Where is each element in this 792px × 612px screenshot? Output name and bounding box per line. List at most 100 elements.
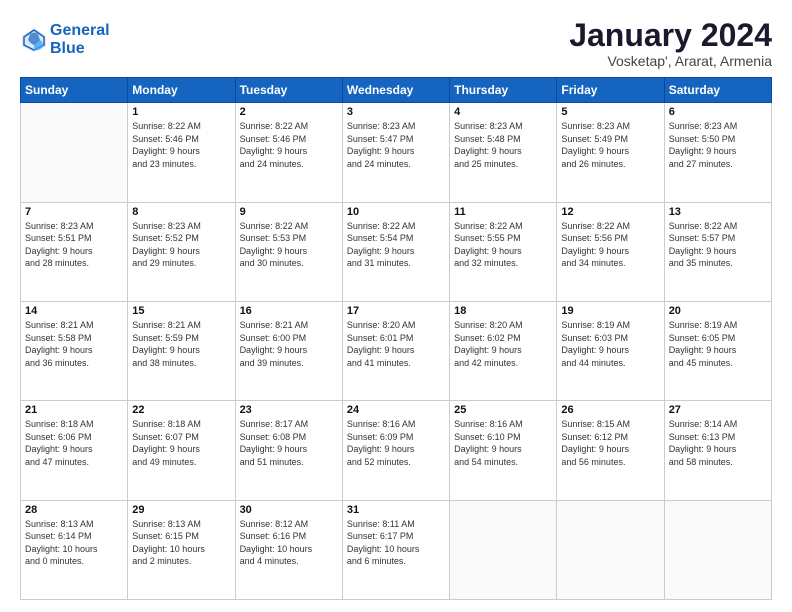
calendar-cell: 25Sunrise: 8:16 AMSunset: 6:10 PMDayligh… [450, 401, 557, 500]
day-info: Sunrise: 8:22 AMSunset: 5:54 PMDaylight:… [347, 220, 445, 270]
calendar-cell: 21 Sunrise: 8:18 AMSunset: 6:06 PMDayligh… [21, 401, 128, 500]
title-block: January 2024 Vosketap', Ararat, Armenia [569, 18, 772, 69]
day-number: 7 [25, 206, 123, 218]
day-number: 18 [454, 305, 552, 317]
calendar-cell: 13Sunrise: 8:22 AMSunset: 5:57 PMDayligh… [664, 202, 771, 301]
calendar-cell: 18 Sunrise: 8:20 AMSunset: 6:02 PMDayligh… [450, 301, 557, 400]
day-number: 23 [240, 404, 338, 416]
day-number: 1 [132, 106, 230, 118]
day-number: 11 [454, 206, 552, 218]
day-number: 13 [669, 206, 767, 218]
day-number: 2 [240, 106, 338, 118]
day-number: 24 [347, 404, 445, 416]
calendar-cell: 10 Sunrise: 8:22 AMSunset: 5:54 PMDayligh… [342, 202, 449, 301]
day-number: 28 [25, 504, 123, 516]
calendar-cell [450, 500, 557, 599]
calendar-cell: 31Sunrise: 8:11 AMSunset: 6:17 PMDayligh… [342, 500, 449, 599]
calendar-cell [21, 103, 128, 202]
calendar-cell: 27 Sunrise: 8:14 AMSunset: 6:13 PMDayligh… [664, 401, 771, 500]
day-info: Sunrise: 8:15 AMSunset: 6:12 PMDaylight:… [561, 418, 659, 468]
day-info: Sunrise: 8:22 AMSunset: 5:46 PMDaylight:… [240, 120, 338, 170]
day-number: 10 [347, 206, 445, 218]
calendar-header: SundayMondayTuesdayWednesdayThursdayFrid… [21, 78, 772, 103]
calendar-cell: 4Sunrise: 8:23 AMSunset: 5:48 PMDaylight… [450, 103, 557, 202]
day-info: Sunrise: 8:22 AMSunset: 5:53 PMDaylight:… [240, 220, 338, 270]
calendar-week-0: 1 Sunrise: 8:22 AMSunset: 5:46 PMDaylight… [21, 103, 772, 202]
weekday-header-friday: Friday [557, 78, 664, 103]
calendar-cell: 6Sunrise: 8:23 AMSunset: 5:50 PMDaylight… [664, 103, 771, 202]
day-info: Sunrise: 8:23 AMSunset: 5:47 PMDaylight:… [347, 120, 445, 170]
calendar-cell: 22Sunrise: 8:18 AMSunset: 6:07 PMDayligh… [128, 401, 235, 500]
calendar-week-3: 21 Sunrise: 8:18 AMSunset: 6:06 PMDayligh… [21, 401, 772, 500]
day-info: Sunrise: 8:23 AMSunset: 5:49 PMDaylight:… [561, 120, 659, 170]
day-info: Sunrise: 8:21 AMSunset: 5:59 PMDaylight:… [132, 319, 230, 369]
day-info: Sunrise: 8:18 AMSunset: 6:07 PMDaylight:… [132, 418, 230, 468]
calendar-cell: 24Sunrise: 8:16 AMSunset: 6:09 PMDayligh… [342, 401, 449, 500]
calendar-cell: 23 Sunrise: 8:17 AMSunset: 6:08 PMDayligh… [235, 401, 342, 500]
calendar-cell: 8 Sunrise: 8:23 AMSunset: 5:52 PMDaylight… [128, 202, 235, 301]
day-info: Sunrise: 8:13 AMSunset: 6:14 PMDaylight:… [25, 518, 123, 568]
calendar-table: SundayMondayTuesdayWednesdayThursdayFrid… [20, 77, 772, 600]
logo-icon [20, 26, 48, 54]
calendar-cell: 26 Sunrise: 8:15 AMSunset: 6:12 PMDayligh… [557, 401, 664, 500]
day-info: Sunrise: 8:23 AMSunset: 5:50 PMDaylight:… [669, 120, 767, 170]
day-number: 9 [240, 206, 338, 218]
weekday-header-saturday: Saturday [664, 78, 771, 103]
day-number: 17 [347, 305, 445, 317]
day-info: Sunrise: 8:23 AMSunset: 5:52 PMDaylight:… [132, 220, 230, 270]
day-info: Sunrise: 8:22 AMSunset: 5:55 PMDaylight:… [454, 220, 552, 270]
day-number: 25 [454, 404, 552, 416]
calendar-cell: 5Sunrise: 8:23 AMSunset: 5:49 PMDaylight… [557, 103, 664, 202]
logo: General Blue [20, 22, 110, 57]
calendar-cell: 14 Sunrise: 8:21 AMSunset: 5:58 PMDayligh… [21, 301, 128, 400]
day-info: Sunrise: 8:23 AMSunset: 5:48 PMDaylight:… [454, 120, 552, 170]
calendar-week-1: 7Sunrise: 8:23 AMSunset: 5:51 PMDaylight… [21, 202, 772, 301]
calendar-cell: 28 Sunrise: 8:13 AMSunset: 6:14 PMDayligh… [21, 500, 128, 599]
calendar-cell: 15Sunrise: 8:21 AMSunset: 5:59 PMDayligh… [128, 301, 235, 400]
location-subtitle: Vosketap', Ararat, Armenia [569, 53, 772, 69]
day-info: Sunrise: 8:21 AMSunset: 6:00 PMDaylight:… [240, 319, 338, 369]
day-info: Sunrise: 8:19 AMSunset: 6:03 PMDaylight:… [561, 319, 659, 369]
day-number: 27 [669, 404, 767, 416]
calendar-cell [557, 500, 664, 599]
weekday-header-row: SundayMondayTuesdayWednesdayThursdayFrid… [21, 78, 772, 103]
calendar-cell: 2 Sunrise: 8:22 AMSunset: 5:46 PMDaylight… [235, 103, 342, 202]
calendar-cell: 30 Sunrise: 8:12 AMSunset: 6:16 PMDayligh… [235, 500, 342, 599]
day-number: 21 [25, 404, 123, 416]
day-number: 16 [240, 305, 338, 317]
day-info: Sunrise: 8:18 AMSunset: 6:06 PMDaylight:… [25, 418, 123, 468]
calendar-cell: 16 Sunrise: 8:21 AMSunset: 6:00 PMDayligh… [235, 301, 342, 400]
day-number: 14 [25, 305, 123, 317]
day-info: Sunrise: 8:22 AMSunset: 5:56 PMDaylight:… [561, 220, 659, 270]
weekday-header-sunday: Sunday [21, 78, 128, 103]
day-number: 8 [132, 206, 230, 218]
day-info: Sunrise: 8:14 AMSunset: 6:13 PMDaylight:… [669, 418, 767, 468]
day-info: Sunrise: 8:17 AMSunset: 6:08 PMDaylight:… [240, 418, 338, 468]
calendar-cell: 20 Sunrise: 8:19 AMSunset: 6:05 PMDayligh… [664, 301, 771, 400]
day-info: Sunrise: 8:21 AMSunset: 5:58 PMDaylight:… [25, 319, 123, 369]
header: General Blue January 2024 Vosketap', Ara… [20, 18, 772, 69]
day-number: 29 [132, 504, 230, 516]
weekday-header-tuesday: Tuesday [235, 78, 342, 103]
calendar-cell: 7Sunrise: 8:23 AMSunset: 5:51 PMDaylight… [21, 202, 128, 301]
day-number: 30 [240, 504, 338, 516]
calendar-cell: 1 Sunrise: 8:22 AMSunset: 5:46 PMDaylight… [128, 103, 235, 202]
day-info: Sunrise: 8:22 AMSunset: 5:46 PMDaylight:… [132, 120, 230, 170]
day-number: 19 [561, 305, 659, 317]
calendar-cell: 19 Sunrise: 8:19 AMSunset: 6:03 PMDayligh… [557, 301, 664, 400]
page: General Blue January 2024 Vosketap', Ara… [0, 0, 792, 612]
calendar-cell: 17Sunrise: 8:20 AMSunset: 6:01 PMDayligh… [342, 301, 449, 400]
calendar-cell: 12Sunrise: 8:22 AMSunset: 5:56 PMDayligh… [557, 202, 664, 301]
month-title: January 2024 [569, 18, 772, 53]
day-info: Sunrise: 8:20 AMSunset: 6:02 PMDaylight:… [454, 319, 552, 369]
day-number: 3 [347, 106, 445, 118]
weekday-header-monday: Monday [128, 78, 235, 103]
day-number: 20 [669, 305, 767, 317]
day-number: 26 [561, 404, 659, 416]
day-info: Sunrise: 8:19 AMSunset: 6:05 PMDaylight:… [669, 319, 767, 369]
day-info: Sunrise: 8:12 AMSunset: 6:16 PMDaylight:… [240, 518, 338, 568]
calendar-cell: 29Sunrise: 8:13 AMSunset: 6:15 PMDayligh… [128, 500, 235, 599]
calendar-week-2: 14 Sunrise: 8:21 AMSunset: 5:58 PMDayligh… [21, 301, 772, 400]
calendar-body: 1 Sunrise: 8:22 AMSunset: 5:46 PMDaylight… [21, 103, 772, 600]
calendar-cell: 11 Sunrise: 8:22 AMSunset: 5:55 PMDayligh… [450, 202, 557, 301]
